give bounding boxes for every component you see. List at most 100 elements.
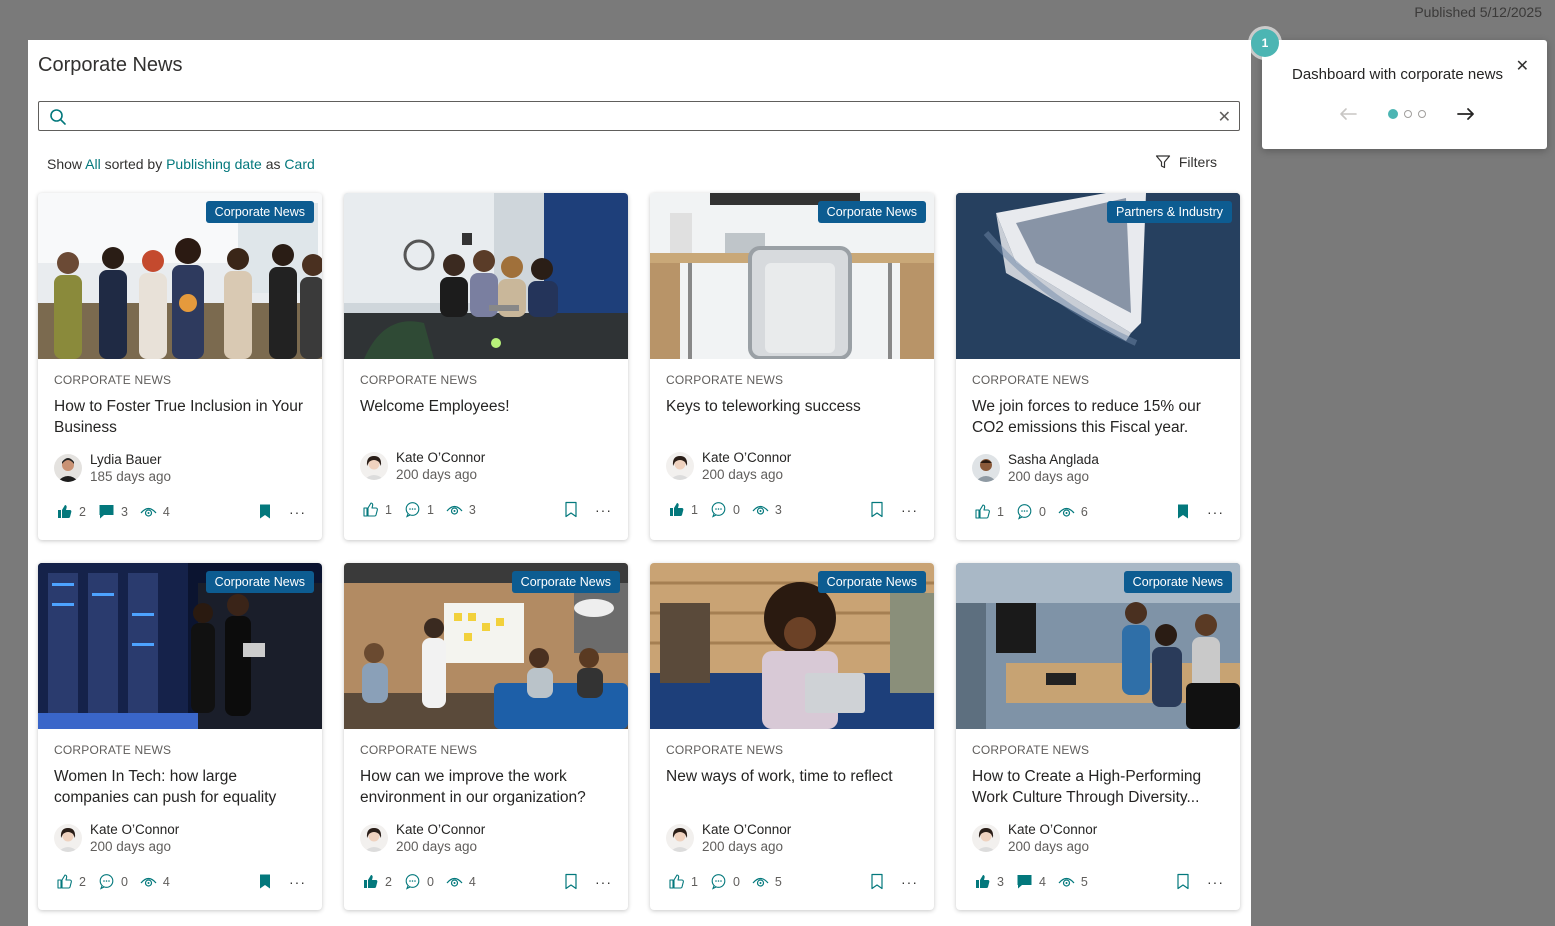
- category-badge[interactable]: Partners & Industry: [1107, 201, 1232, 223]
- like-button[interactable]: 3: [974, 873, 1004, 890]
- comment-button[interactable]: 0: [710, 501, 740, 518]
- views-indicator: 5: [752, 873, 782, 890]
- more-options-button[interactable]: ···: [901, 874, 918, 890]
- sort-link[interactable]: Publishing date: [166, 156, 262, 172]
- like-button[interactable]: 1: [668, 501, 698, 518]
- news-category: CORPORATE NEWS: [54, 373, 172, 387]
- bookmark-icon[interactable]: [257, 873, 273, 890]
- comment-button[interactable]: 0: [404, 873, 434, 890]
- author-name[interactable]: Kate O’Connor: [702, 821, 791, 838]
- category-badge[interactable]: Corporate News: [511, 571, 620, 593]
- close-icon[interactable]: ✕: [1218, 107, 1231, 127]
- news-title[interactable]: Women In Tech: how large companies can p…: [54, 766, 304, 808]
- bookmark-icon[interactable]: [1175, 503, 1191, 520]
- arrow-left-icon[interactable]: [1338, 106, 1358, 122]
- like-button[interactable]: 1: [362, 501, 392, 518]
- engagement-actions: 3 4 5: [974, 873, 1100, 890]
- news-card[interactable]: Corporate News CORPORATE NEWS Keys to te…: [650, 193, 934, 540]
- news-thumbnail-image[interactable]: [344, 193, 628, 359]
- like-button[interactable]: 2: [362, 873, 392, 890]
- tour-step-dot[interactable]: [1388, 109, 1398, 119]
- bookmark-icon[interactable]: [869, 501, 885, 518]
- view-count: 4: [162, 504, 170, 519]
- bookmark-icon[interactable]: [1175, 873, 1191, 890]
- author-name[interactable]: Kate O’Connor: [1008, 821, 1097, 838]
- author-name[interactable]: Kate O’Connor: [396, 821, 485, 838]
- comment-button[interactable]: 4: [1016, 873, 1046, 890]
- news-card[interactable]: Corporate News CORPORATE NEWS How to Cre…: [956, 563, 1240, 910]
- more-options-button[interactable]: ···: [595, 502, 612, 518]
- bookmark-icon[interactable]: [869, 873, 885, 890]
- comment-button[interactable]: 0: [710, 873, 740, 890]
- category-badge[interactable]: Corporate News: [1123, 571, 1232, 593]
- bookmark-icon[interactable]: [563, 501, 579, 518]
- comment-button[interactable]: 3: [98, 503, 128, 520]
- more-options-button[interactable]: ···: [1207, 504, 1224, 520]
- author-name[interactable]: Kate O’Connor: [90, 821, 179, 838]
- arrow-right-icon[interactable]: [1456, 106, 1476, 122]
- avatar: [666, 452, 694, 480]
- avatar: [54, 454, 82, 482]
- engagement-actions: 2 0 4: [56, 873, 182, 890]
- category-badge[interactable]: Corporate News: [205, 571, 314, 593]
- comment-button[interactable]: 0: [98, 873, 128, 890]
- comment-count: 4: [1038, 874, 1046, 889]
- news-card[interactable]: CORPORATE NEWS Welcome Employees! Kate O…: [344, 193, 628, 540]
- show-label: Show: [47, 156, 83, 172]
- news-title[interactable]: New ways of work, time to reflect: [666, 766, 916, 787]
- news-card[interactable]: Corporate News CORPORATE NEWS New ways o…: [650, 563, 934, 910]
- comment-button[interactable]: 0: [1016, 503, 1046, 520]
- news-title[interactable]: Welcome Employees!: [360, 396, 610, 417]
- news-card[interactable]: Corporate News CORPORATE NEWS Women In T…: [38, 563, 322, 910]
- more-options-button[interactable]: ···: [595, 874, 612, 890]
- more-options-button[interactable]: ···: [289, 874, 306, 890]
- comment-count: 0: [426, 874, 434, 889]
- view-count: 5: [774, 874, 782, 889]
- author-name[interactable]: Lydia Bauer: [90, 451, 171, 468]
- author-name[interactable]: Sasha Anglada: [1008, 451, 1099, 468]
- like-button[interactable]: 2: [56, 873, 86, 890]
- news-title[interactable]: Keys to teleworking success: [666, 396, 916, 417]
- author-name[interactable]: Kate O’Connor: [702, 449, 791, 466]
- view-count: 3: [774, 502, 782, 517]
- more-options-button[interactable]: ···: [901, 502, 918, 518]
- news-title[interactable]: How can we improve the work environment …: [360, 766, 610, 808]
- like-button[interactable]: 1: [668, 873, 698, 890]
- category-badge[interactable]: Corporate News: [205, 201, 314, 223]
- filter-all-link[interactable]: All: [85, 156, 101, 172]
- more-options-button[interactable]: ···: [1207, 874, 1224, 890]
- filters-button[interactable]: Filters: [1155, 154, 1217, 170]
- eye-icon: [140, 507, 157, 517]
- panel-title: Corporate News: [38, 54, 183, 76]
- news-title[interactable]: How to Create a High-Performing Work Cul…: [972, 766, 1222, 808]
- news-title[interactable]: We join forces to reduce 15% our CO2 emi…: [972, 396, 1222, 438]
- bookmark-icon[interactable]: [257, 503, 273, 520]
- close-icon[interactable]: ✕: [1516, 56, 1529, 76]
- search-input[interactable]: [77, 105, 1201, 129]
- news-card[interactable]: Partners & Industry CORPORATE NEWS We jo…: [956, 193, 1240, 540]
- like-button[interactable]: 1: [974, 503, 1004, 520]
- comment-count: 3: [120, 504, 128, 519]
- tour-step-dot[interactable]: [1418, 110, 1426, 118]
- search-box[interactable]: ✕: [38, 101, 1240, 131]
- comment-button[interactable]: 1: [404, 501, 434, 518]
- like-button[interactable]: 2: [56, 503, 86, 520]
- news-card[interactable]: Corporate News CORPORATE NEWS How to Fos…: [38, 193, 322, 540]
- like-count: 1: [691, 502, 698, 517]
- view-mode-link[interactable]: Card: [284, 156, 314, 172]
- category-badge[interactable]: Corporate News: [817, 201, 926, 223]
- like-count: 1: [691, 874, 698, 889]
- category-badge[interactable]: Corporate News: [817, 571, 926, 593]
- comment-icon: [711, 502, 726, 518]
- more-options-button[interactable]: ···: [289, 504, 306, 520]
- news-thumbnail[interactable]: [344, 193, 628, 359]
- bookmark-icon[interactable]: [563, 873, 579, 890]
- comment-count: 0: [732, 874, 740, 889]
- author-name[interactable]: Kate O’Connor: [396, 449, 485, 466]
- avatar: [666, 824, 694, 852]
- views-indicator: 3: [752, 501, 782, 518]
- news-card[interactable]: Corporate News CORPORATE NEWS How can we…: [344, 563, 628, 910]
- news-title[interactable]: How to Foster True Inclusion in Your Bus…: [54, 396, 304, 438]
- filter-icon: [1155, 155, 1170, 169]
- tour-step-dot[interactable]: [1404, 110, 1412, 118]
